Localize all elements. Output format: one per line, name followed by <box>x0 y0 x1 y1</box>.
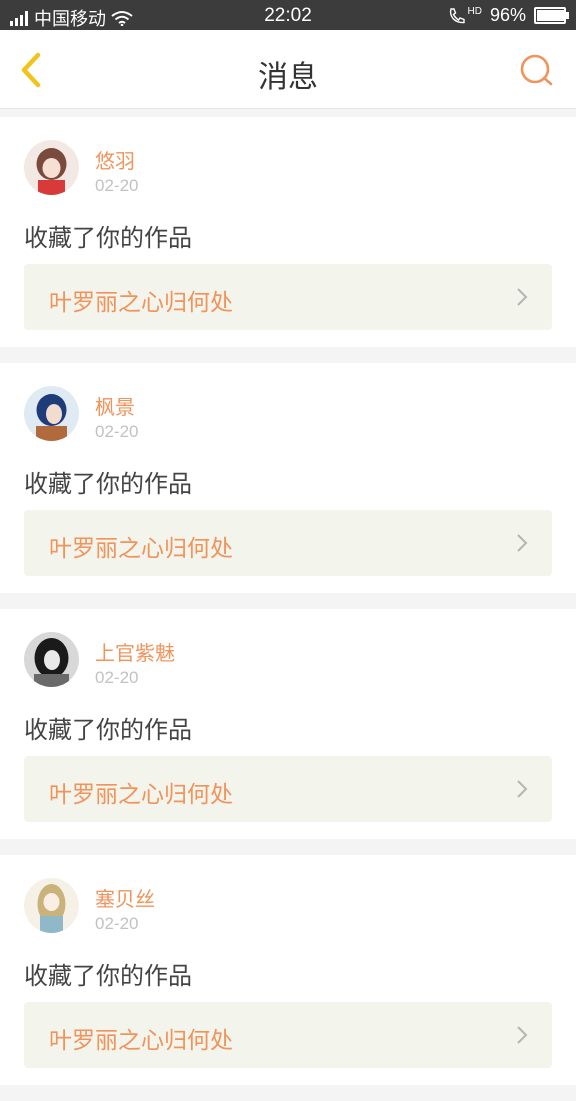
avatar[interactable] <box>24 386 79 441</box>
chevron-right-icon <box>517 534 528 552</box>
avatar-clothes <box>34 674 69 687</box>
work-title: 叶罗丽之心归何处 <box>49 290 233 316</box>
message-action: 收藏了你的作品 <box>24 224 192 252</box>
user-name[interactable]: 悠羽 <box>95 145 135 174</box>
hd-label: HD <box>467 6 482 17</box>
work-title: 叶罗丽之心归何处 <box>49 1028 233 1054</box>
work-link[interactable]: 叶罗丽之心归何处 <box>24 1002 552 1068</box>
message-card: 悠羽 02-20 收藏了你的作品 叶罗丽之心归何处 <box>0 117 576 347</box>
chevron-right-icon <box>517 288 528 306</box>
message-card: 枫景 02-20 收藏了你的作品 叶罗丽之心归何处 <box>0 363 576 593</box>
hd-call-icon <box>449 7 465 23</box>
work-link[interactable]: 叶罗丽之心归何处 <box>24 510 552 576</box>
user-name[interactable]: 塞贝丝 <box>95 883 155 912</box>
chevron-right-icon <box>517 780 528 798</box>
page-title: 消息 <box>258 60 318 95</box>
search-icon[interactable] <box>518 52 556 90</box>
avatar[interactable] <box>24 140 79 195</box>
chevron-right-icon <box>517 1026 528 1044</box>
avatar-clothes <box>38 180 65 195</box>
message-card: 塞贝丝 02-20 收藏了你的作品 叶罗丽之心归何处 <box>0 855 576 1085</box>
battery-fill <box>537 10 564 21</box>
avatar[interactable] <box>24 878 79 933</box>
avatar[interactable] <box>24 632 79 687</box>
work-link[interactable]: 叶罗丽之心归何处 <box>24 264 552 330</box>
message-date: 02-20 <box>95 914 139 933</box>
message-action: 收藏了你的作品 <box>24 470 192 498</box>
status-right: HD 96% <box>448 5 569 26</box>
work-link[interactable]: 叶罗丽之心归何处 <box>24 756 552 822</box>
work-title: 叶罗丽之心归何处 <box>49 536 233 562</box>
battery-percent: 96% <box>489 5 526 25</box>
message-date: 02-20 <box>95 422 139 441</box>
avatar-clothes <box>40 916 63 933</box>
message-action: 收藏了你的作品 <box>24 962 192 990</box>
message-card: 上官紫魅 02-20 收藏了你的作品 叶罗丽之心归何处 <box>0 609 576 839</box>
message-action: 收藏了你的作品 <box>24 716 192 744</box>
battery-icon <box>534 7 569 24</box>
nav-header: 消息 <box>0 30 576 109</box>
user-name[interactable]: 枫景 <box>95 391 135 420</box>
avatar-clothes <box>36 426 67 441</box>
status-bar: 中国移动 22:02 HD 96% <box>0 0 576 30</box>
user-name[interactable]: 上官紫魅 <box>95 637 175 666</box>
message-date: 02-20 <box>95 668 139 687</box>
message-list: 悠羽 02-20 收藏了你的作品 叶罗丽之心归何处 枫景 02-20 收藏了你的… <box>0 117 576 1101</box>
work-title: 叶罗丽之心归何处 <box>49 782 233 808</box>
message-date: 02-20 <box>95 176 139 195</box>
